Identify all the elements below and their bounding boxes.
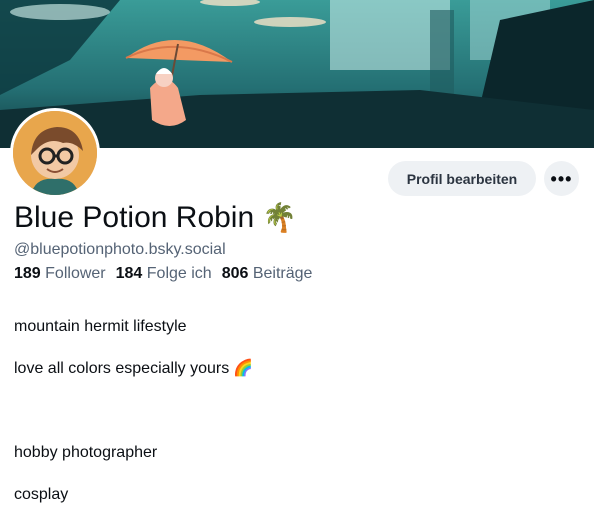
followers-stat[interactable]: 189 Follower bbox=[14, 265, 106, 283]
display-name: Blue Potion Robin 🌴 bbox=[14, 201, 297, 235]
bio-line: hobby photographer bbox=[14, 444, 158, 461]
profile-stats: 189 Follower 184 Folge ich 806 Beiträge bbox=[14, 265, 312, 283]
rainbow-emoji: 🌈 bbox=[233, 360, 254, 377]
palm-tree-emoji: 🌴 bbox=[262, 202, 298, 233]
bio-line bbox=[14, 400, 253, 421]
profile-bio: mountain hermit lifestyle love all color… bbox=[14, 295, 253, 526]
following-stat[interactable]: 184 Folge ich bbox=[116, 265, 212, 283]
avatar[interactable] bbox=[10, 108, 100, 198]
more-icon: ••• bbox=[550, 168, 573, 189]
profile-handle[interactable]: @bluepotionphoto.bsky.social bbox=[14, 241, 226, 259]
avatar-illustration bbox=[13, 111, 97, 195]
bio-line: cosplay bbox=[14, 486, 69, 503]
display-name-text: Blue Potion Robin bbox=[14, 201, 255, 234]
bio-line: love all colors especially yours 🌈 bbox=[14, 360, 254, 377]
bio-line: mountain hermit lifestyle bbox=[14, 318, 187, 335]
posts-stat: 806 Beiträge bbox=[221, 265, 313, 282]
edit-profile-button[interactable]: Profil bearbeiten bbox=[388, 161, 536, 196]
more-options-button[interactable]: ••• bbox=[544, 161, 579, 196]
